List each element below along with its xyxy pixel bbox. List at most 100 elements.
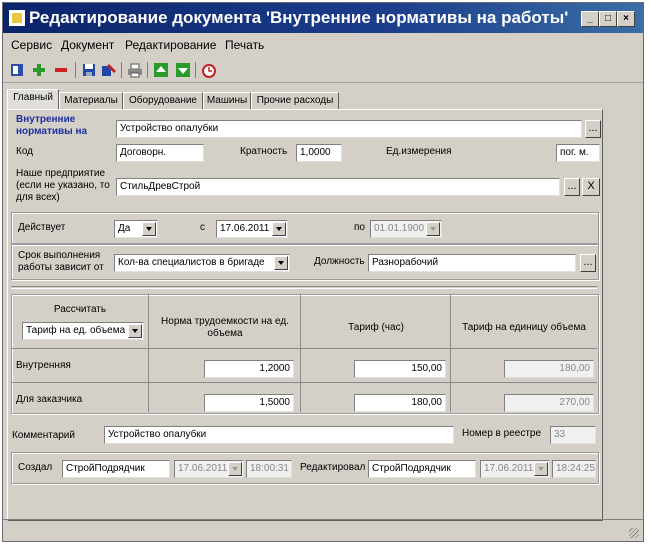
customer-hour-rate-field[interactable]: 180,00 <box>354 394 446 412</box>
to-label: по <box>354 222 365 233</box>
enterprise-clear-button[interactable]: X <box>582 178 600 196</box>
registry-field: 33 <box>550 426 596 444</box>
toolbar-separator <box>195 62 196 78</box>
tab-other-expenses[interactable]: Прочие расходы <box>251 92 339 110</box>
from-date-value: 17.06.2011 <box>220 223 270 234</box>
deadline-label: Срок выполнения работы зависит от <box>18 250 104 273</box>
position-field[interactable]: Разнорабочий <box>368 254 576 272</box>
menu-document[interactable]: Документ <box>61 38 114 52</box>
row-label-internal: Внутренняя <box>16 360 71 371</box>
dock-icon[interactable] <box>9 62 25 78</box>
move-down-icon[interactable] <box>175 62 191 78</box>
created-label: Создал <box>18 462 53 473</box>
internal-norm-field[interactable]: 1,2000 <box>204 360 294 378</box>
status-bar <box>3 519 643 541</box>
chevron-down-icon[interactable] <box>142 222 156 236</box>
from-date-picker[interactable]: 17.06.2011 <box>216 220 288 238</box>
calc-select[interactable]: Тариф на ед. объема <box>22 322 144 340</box>
save-icon[interactable] <box>81 62 97 78</box>
clock-icon[interactable] <box>201 62 217 78</box>
customer-norm-field[interactable]: 1,5000 <box>204 394 294 412</box>
deadline-select-value: Кол-ва специалистов в бригаде <box>118 257 265 268</box>
grid-line <box>148 294 149 412</box>
customer-unit-rate-field: 270,00 <box>504 394 594 412</box>
created-user-field[interactable]: СтройПодрядчик <box>62 460 170 478</box>
tab-machines[interactable]: Машины <box>203 92 251 110</box>
grid-line <box>11 382 597 383</box>
col-header-hour-rate: Тариф (час) <box>348 322 404 333</box>
comment-label: Комментарий <box>12 430 75 441</box>
multiplicity-label: Кратность <box>240 146 288 157</box>
menu-edit[interactable]: Редактирование <box>125 38 216 52</box>
enterprise-field[interactable]: СтильДревСтрой <box>116 178 560 196</box>
active-select[interactable]: Да <box>114 220 158 238</box>
edited-date-value: 17.06.2011 <box>484 463 534 474</box>
enterprise-label: Наше предприятие (если не указано, то дл… <box>16 168 110 203</box>
toolbar-separator <box>147 62 148 78</box>
enterprise-browse-button[interactable]: ... <box>564 178 580 196</box>
created-date-value: 17.06.2011 <box>178 463 228 474</box>
internal-hour-rate-field[interactable]: 150,00 <box>354 360 446 378</box>
calc-select-value: Тариф на ед. объема <box>26 325 126 336</box>
window-title: Редактирование документа 'Внутренние нор… <box>29 8 569 27</box>
print-icon[interactable] <box>127 62 143 78</box>
app-icon <box>9 10 25 26</box>
deadline-select[interactable]: Кол-ва специалистов в бригаде <box>114 254 290 272</box>
tab-materials[interactable]: Материалы <box>59 92 123 110</box>
tab-equipment[interactable]: Оборудование <box>123 92 203 110</box>
chevron-down-icon <box>228 462 242 476</box>
registry-label: Номер в реестре <box>462 428 542 439</box>
maximize-button[interactable]: □ <box>599 11 617 27</box>
edited-date-picker: 17.06.2011 <box>480 460 550 478</box>
grid-line <box>11 348 597 349</box>
unit-field[interactable]: пог. м. <box>556 144 600 162</box>
calc-label: Рассчитать <box>53 304 107 315</box>
comment-field[interactable]: Устройство опалубки <box>104 426 454 444</box>
edited-label: Редактировал <box>300 462 366 473</box>
menu-print[interactable]: Печать <box>225 38 264 52</box>
remove-icon[interactable] <box>53 62 69 78</box>
multiplicity-field[interactable]: 1,0000 <box>296 144 342 162</box>
active-label: Действует <box>18 222 66 233</box>
chevron-down-icon[interactable] <box>272 222 286 236</box>
chevron-down-icon[interactable] <box>274 256 288 270</box>
resize-grip-icon[interactable] <box>629 528 639 538</box>
tab-page-main: Внутренние нормативы на Устройство опалу… <box>7 109 603 521</box>
norms-browse-button[interactable]: ... <box>585 120 601 138</box>
position-browse-button[interactable]: ... <box>580 254 596 272</box>
menu-service[interactable]: Сервис <box>11 38 52 52</box>
unit-label: Ед.измерения <box>386 146 452 157</box>
title-bar[interactable]: Редактирование документа 'Внутренние нор… <box>3 3 643 33</box>
minimize-button[interactable]: _ <box>581 11 599 27</box>
save-close-icon[interactable] <box>101 62 117 78</box>
norms-field[interactable]: Устройство опалубки <box>116 120 582 138</box>
code-field[interactable]: Договорн. <box>116 144 204 162</box>
edited-user-field[interactable]: СтройПодрядчик <box>368 460 476 478</box>
move-up-icon[interactable] <box>153 62 169 78</box>
chevron-down-icon[interactable] <box>128 324 142 338</box>
norms-label: Внутренние нормативы на <box>16 114 88 137</box>
chevron-down-icon <box>534 462 548 476</box>
chevron-down-icon <box>426 222 440 236</box>
add-icon[interactable] <box>31 62 47 78</box>
col-header-unit-rate: Тариф на единицу объема <box>462 322 586 333</box>
close-button[interactable]: × <box>617 11 635 27</box>
toolbar <box>3 58 643 83</box>
col-header-norm: Норма трудоемкости на ед. объема <box>161 316 289 339</box>
grid-line <box>300 294 301 412</box>
edited-time-field: 18:24:25 <box>552 460 596 478</box>
document-window: Редактирование документа 'Внутренние нор… <box>2 2 644 542</box>
grid-line <box>450 294 451 412</box>
menu-bar: Сервис Документ Редактирование Печать <box>3 35 643 55</box>
row-label-customer: Для заказчика <box>16 394 83 405</box>
to-date-value: 01.01.1900 <box>374 223 425 234</box>
toolbar-separator <box>75 62 76 78</box>
from-label: с <box>200 222 205 233</box>
tab-main[interactable]: Главный <box>7 89 59 110</box>
toolbar-separator <box>121 62 122 78</box>
created-date-picker: 17.06.2011 <box>174 460 244 478</box>
created-time-field: 18:00:31 <box>246 460 292 478</box>
code-label: Код <box>16 146 34 157</box>
position-label: Должность <box>314 256 365 267</box>
to-date-picker: 01.01.1900 <box>370 220 442 238</box>
